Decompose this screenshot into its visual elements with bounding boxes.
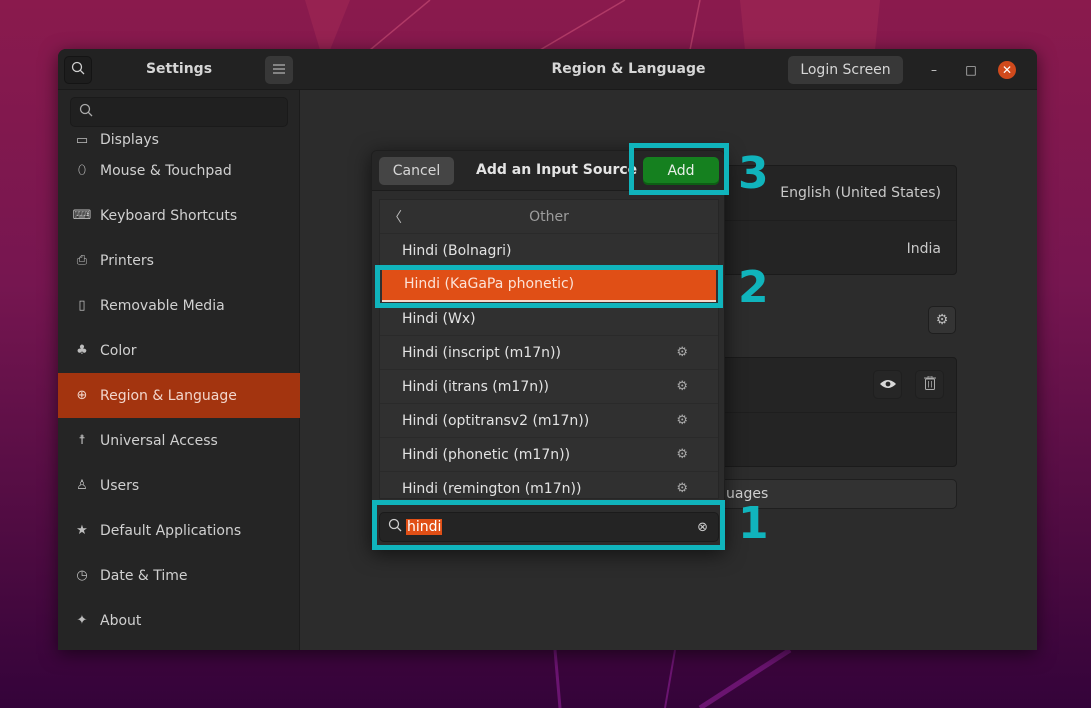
maximize-button[interactable]: □ — [962, 61, 980, 79]
dialog-title: Add an Input Source — [476, 162, 638, 178]
sidebar-list: ▭ Displays ⬯ Mouse & Touchpad ⌨ Keyboard… — [58, 133, 300, 643]
login-screen-button[interactable]: Login Screen — [788, 56, 903, 84]
list-item[interactable]: Hindi (inscript (m17n)) ⚙ — [380, 336, 718, 370]
minimize-icon: – — [931, 63, 937, 77]
display-icon: ▭ — [75, 133, 89, 148]
back-row-label: Other — [529, 208, 569, 225]
sidebar-item-label: Removable Media — [100, 297, 225, 314]
cancel-button[interactable]: Cancel — [379, 157, 454, 185]
minimize-button[interactable]: – — [925, 61, 943, 79]
list-item[interactable]: Hindi (phonetic (m17n)) ⚙ — [380, 438, 718, 472]
gear-icon: ⚙ — [935, 312, 949, 328]
sidebar-item-label: Users — [100, 477, 140, 494]
preferences-icon: ⚙ — [676, 447, 688, 462]
color-icon: ♣ — [76, 343, 88, 358]
user-icon: ♙ — [76, 478, 88, 493]
annotation-number-3: 3 — [738, 148, 769, 199]
sparkle-icon: ✦ — [76, 613, 88, 628]
clock-icon: ◷ — [76, 568, 88, 583]
close-icon: ✕ — [1001, 63, 1013, 77]
keyboard-icon: ⌨ — [72, 208, 92, 223]
sidebar-item-printers[interactable]: ⎙ Printers — [58, 238, 300, 283]
sidebar-item-label: Printers — [100, 252, 154, 269]
sidebar: Settings ▭ Displays ⬯ Mouse & Touchpad ⌨… — [58, 49, 300, 650]
globe-icon: ⊕ — [76, 388, 88, 403]
accessibility-icon: ☨ — [78, 433, 86, 448]
sidebar-item-displays[interactable]: ▭ Displays — [58, 133, 300, 148]
sidebar-item-color[interactable]: ♣ Color — [58, 328, 300, 373]
list-item-label: Hindi (itrans (m17n)) — [402, 378, 550, 395]
sidebar-item-label: Universal Access — [100, 432, 218, 449]
preferences-icon: ⚙ — [676, 345, 688, 360]
usb-icon: ▯ — [78, 298, 86, 313]
sidebar-item-users[interactable]: ♙ Users — [58, 463, 300, 508]
language-value: English (United States) — [780, 185, 941, 201]
list-item-label: Hindi (optitransv2 (m17n)) — [402, 412, 590, 429]
sidebar-item-label: Mouse & Touchpad — [100, 162, 232, 179]
trash-icon — [923, 375, 936, 394]
back-row[interactable]: 〈 Other — [380, 200, 718, 234]
sidebar-item-label: About — [100, 612, 142, 629]
maximize-icon: □ — [965, 63, 977, 77]
list-item[interactable]: Hindi (optitransv2 (m17n)) ⚙ — [380, 404, 718, 438]
sidebar-item-label: Color — [100, 342, 137, 359]
list-item[interactable]: Hindi (remington (m17n)) ⚙ — [380, 472, 718, 498]
list-item-label: Hindi (phonetic (m17n)) — [402, 446, 571, 463]
main-headerbar: Region & Language Login Screen – □ ✕ — [300, 49, 1037, 90]
eye-icon — [879, 377, 896, 393]
list-item-label: Hindi (inscript (m17n)) — [402, 344, 561, 361]
sidebar-item-keyboard-shortcuts[interactable]: ⌨ Keyboard Shortcuts — [58, 193, 300, 238]
annotation-box-3 — [629, 143, 729, 195]
input-source-list: 〈 Other Hindi (Bolnagri) Hindi (KaGaPa p… — [379, 199, 719, 499]
close-button[interactable]: ✕ — [998, 61, 1016, 79]
sidebar-item-region-language[interactable]: ⊕ Region & Language — [58, 373, 300, 418]
annotation-number-1: 1 — [738, 498, 769, 549]
chevron-left-icon: 〈 — [388, 210, 402, 226]
sidebar-item-label: Date & Time — [100, 567, 188, 584]
sidebar-item-label: Keyboard Shortcuts — [100, 207, 238, 224]
formats-value: India — [906, 240, 941, 257]
sidebar-item-universal-access[interactable]: ☨ Universal Access — [58, 418, 300, 463]
printer-icon: ⎙ — [76, 253, 88, 268]
sidebar-item-label: Default Applications — [100, 522, 242, 539]
annotation-box-1 — [372, 500, 725, 550]
sidebar-item-mouse-touchpad[interactable]: ⬯ Mouse & Touchpad — [58, 148, 300, 193]
star-icon: ★ — [76, 523, 88, 538]
sidebar-search-input[interactable] — [70, 97, 288, 127]
list-item-label: Hindi (remington (m17n)) — [402, 480, 582, 497]
sidebar-headerbar: Settings — [58, 49, 300, 90]
search-icon — [79, 103, 93, 121]
list-item-label: Hindi (Bolnagri) — [402, 242, 512, 259]
mouse-icon: ⬯ — [77, 163, 87, 178]
sidebar-title: Settings — [145, 61, 213, 77]
preview-button[interactable] — [873, 370, 902, 399]
sidebar-item-label: Region & Language — [100, 387, 237, 404]
preferences-icon: ⚙ — [676, 413, 688, 428]
sidebar-item-removable-media[interactable]: ▯ Removable Media — [58, 283, 300, 328]
sidebar-item-about[interactable]: ✦ About — [58, 598, 300, 643]
annotation-box-2 — [375, 265, 723, 308]
menu-button[interactable] — [265, 56, 293, 84]
sidebar-item-date-time[interactable]: ◷ Date & Time — [58, 553, 300, 598]
annotation-number-2: 2 — [738, 262, 769, 313]
input-source-options-button[interactable]: ⚙ — [928, 306, 956, 334]
remove-button[interactable] — [915, 370, 944, 399]
preferences-icon: ⚙ — [676, 379, 688, 394]
list-item[interactable]: Hindi (Bolnagri) — [380, 234, 718, 268]
list-item-label: Hindi (Wx) — [402, 310, 476, 327]
preferences-icon: ⚙ — [676, 481, 688, 496]
hamburger-icon — [273, 62, 285, 78]
sidebar-item-default-applications[interactable]: ★ Default Applications — [58, 508, 300, 553]
sidebar-item-label: Displays — [100, 133, 159, 148]
list-item[interactable]: Hindi (itrans (m17n)) ⚙ — [380, 370, 718, 404]
add-input-source-dialog: Cancel Add an Input Source Add 〈 Other H… — [371, 150, 725, 550]
